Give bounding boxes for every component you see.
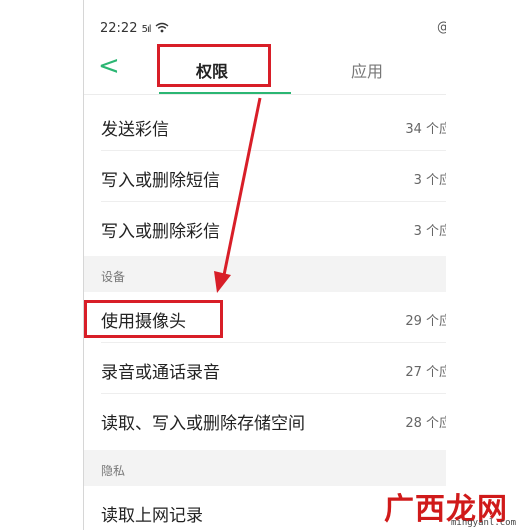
status-bar: 22:22 5ıl: [100, 21, 169, 36]
camera-highlight-box: [84, 300, 223, 338]
section-title: 隐私: [101, 464, 126, 478]
list-item-write-mms[interactable]: 写入或删除彩信 3 个应: [84, 203, 446, 253]
list-item-label: 读取上网记录: [101, 506, 203, 526]
signal-icon: 5ıl: [141, 24, 152, 35]
header-divider: [84, 94, 446, 95]
list-item-count: 3 个应: [413, 224, 446, 239]
list-item-record-audio[interactable]: 录音或通话录音 27 个应: [84, 344, 446, 394]
section-title: 设备: [101, 270, 126, 284]
list-item-label: 读取、写入或删除存储空间: [101, 414, 305, 434]
divider: [101, 150, 446, 151]
list-item-write-sms[interactable]: 写入或删除短信 3 个应: [84, 152, 446, 202]
list-item-count: 3 个应: [413, 173, 446, 188]
divider: [101, 393, 446, 394]
divider: [101, 342, 446, 343]
status-time: 22:22: [100, 21, 138, 36]
list-item-count: 27 个应: [405, 365, 446, 380]
list-item-count: 34 个应: [405, 122, 446, 137]
divider: [101, 201, 446, 202]
list-item-label: 录音或通话录音: [101, 363, 220, 383]
section-header-privacy: 隐私: [84, 450, 446, 486]
list-item-storage[interactable]: 读取、写入或删除存储空间 28 个应: [84, 395, 446, 445]
list-item-label: 发送彩信: [101, 120, 169, 140]
list-item-count: 29 个应: [405, 314, 446, 329]
list-item-label: 写入或删除彩信: [101, 222, 220, 242]
list-item-send-mms[interactable]: 发送彩信 34 个应: [84, 101, 446, 151]
list-item-label: 写入或删除短信: [101, 171, 220, 191]
tab-highlight-box: [157, 44, 271, 87]
watermark-url: mingyanl.com: [451, 518, 517, 528]
list-item-count: 28 个应: [405, 416, 446, 431]
wifi-icon: [155, 22, 169, 33]
status-right-icon: @: [437, 20, 446, 35]
section-header-device: 设备: [84, 256, 446, 292]
tab-apps[interactable]: 应用: [351, 58, 383, 82]
back-button[interactable]: <: [98, 52, 120, 80]
